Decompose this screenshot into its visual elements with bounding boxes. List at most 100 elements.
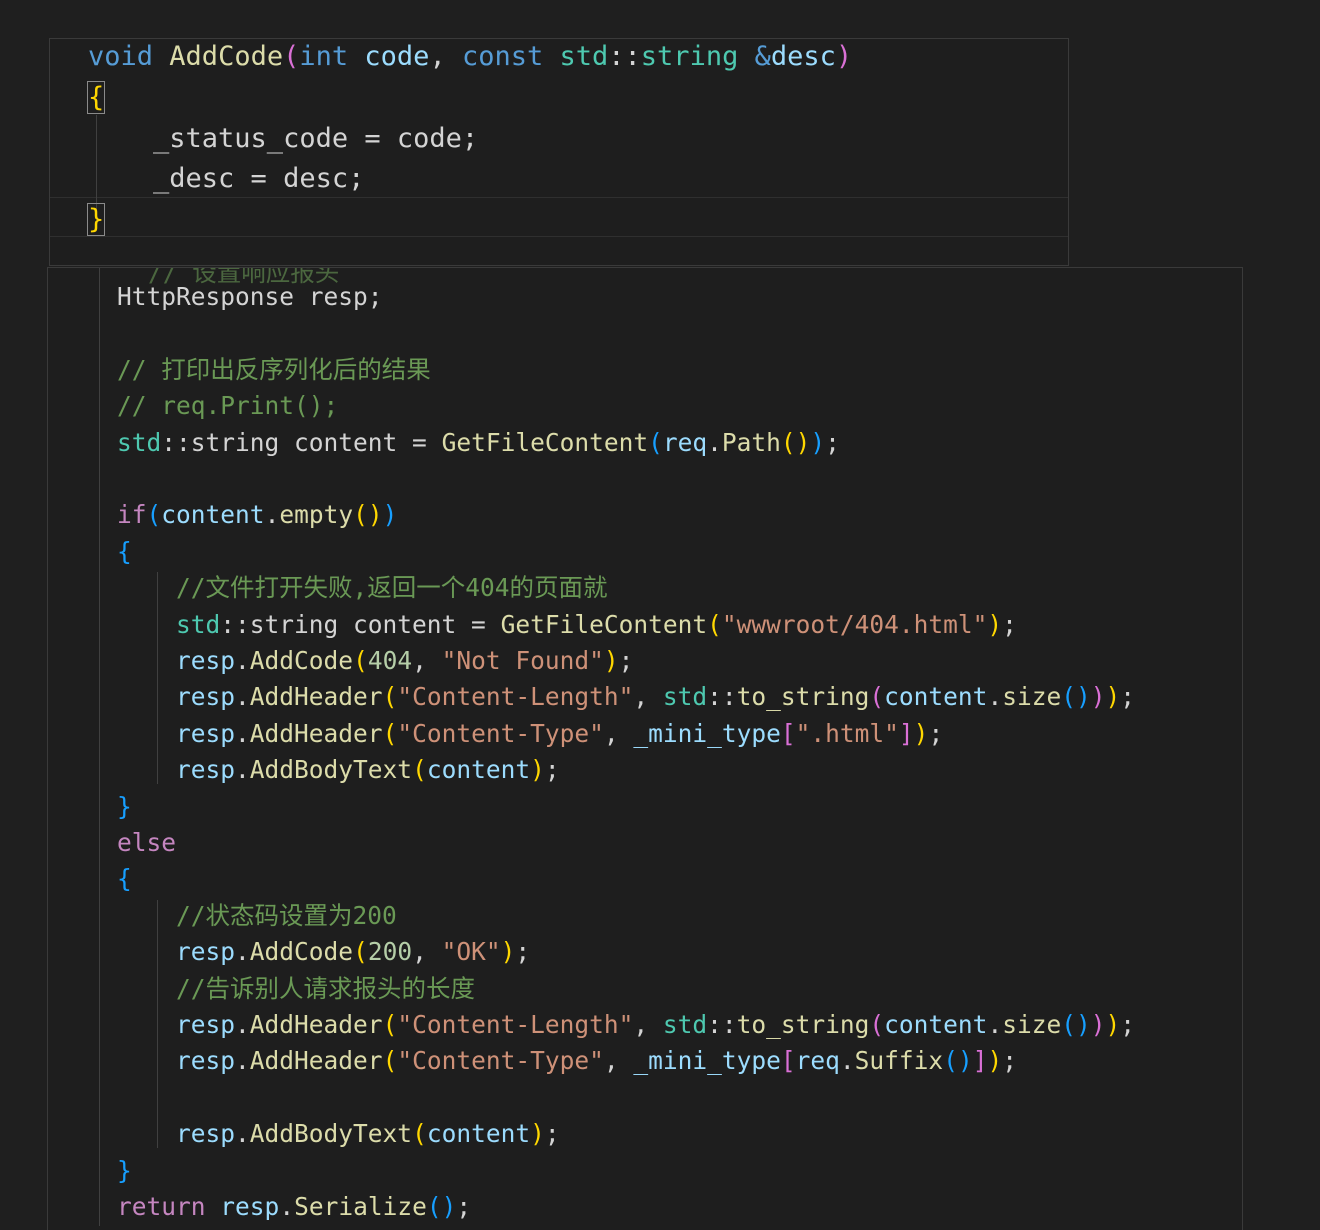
main-code-editor[interactable]: // 设置响应报头 HttpResponse resp; // 打印出反序列化后… [47,267,1243,1230]
code-token: ( [146,500,162,530]
code-token: . [235,646,250,675]
code-line[interactable]: // req.Print(); [58,393,338,419]
code-line[interactable]: resp.AddHeader("Content-Length", std::to… [58,1010,1136,1039]
code-token: to_string [736,1010,870,1039]
code-token: , [603,718,634,748]
code-token: "Content-Type" [397,718,604,748]
code-line[interactable]: // 打印出反序列化后的结果 [58,354,431,384]
code-token: //状态码设置为200 [58,900,397,930]
code-token: . [279,1192,295,1221]
code-line[interactable]: //文件打开失败,返回一个404的页面就 [58,573,608,603]
code-line[interactable]: _status_code = code; [88,125,478,152]
code-token: int [299,41,349,72]
code-token: "wwwroot/404.html" [721,609,988,639]
code-token: content [884,1010,988,1039]
code-token: . [235,1046,250,1076]
code-token: :: [608,41,641,72]
code-line[interactable]: resp.AddHeader("Content-Length", std::to… [58,685,1135,710]
code-line[interactable]: resp.AddBodyText(content); [58,1119,560,1149]
code-token: } [86,203,106,237]
code-line[interactable]: } [86,203,106,237]
code-token: "Content-Type" [397,1046,604,1076]
code-line[interactable]: } [58,1158,132,1184]
code-line[interactable]: HttpResponse resp; [58,282,383,311]
code-token: _status_code = code; [88,122,479,154]
code-token: . [235,755,250,785]
code-token: ) [1090,682,1106,712]
code-token: . [235,1010,250,1039]
code-token: :: [707,682,737,712]
code-line[interactable]: } [58,794,132,820]
code-line[interactable]: //告诉别人请求报头的长度 [58,976,475,1002]
code-line[interactable]: _desc = desc; [88,165,364,192]
code-token: [ [780,718,796,748]
code-token: , [603,1046,634,1076]
code-token: resp [220,1192,280,1221]
code-line[interactable]: resp.AddBodyText(content); [58,755,560,785]
code-token: ) [1090,1010,1106,1039]
code-token: _mini_type [633,1046,781,1076]
code-token: content [426,1119,531,1149]
code-line[interactable]: resp.AddHeader("Content-Type", _mini_typ… [58,1049,1017,1074]
code-line[interactable]: resp.AddCode(200, "OK"); [58,937,530,967]
code-token: resp [176,718,236,748]
code-token: size [1002,682,1062,712]
code-token: string content = [249,609,501,639]
top-code-editor[interactable]: void AddCode(int code, const std::string… [49,38,1069,266]
code-line[interactable]: { [86,80,106,114]
code-token: //文件打开失败,返回一个404的页面就 [58,573,608,603]
code-token: . [707,427,722,457]
code-token: // 打印出反序列化后的结果 [58,354,431,384]
code-token: HttpResponse resp; [58,282,383,311]
code-token: ; [928,718,944,748]
code-token: ; [1120,1010,1136,1039]
code-token: . [235,718,250,748]
code-token: , [633,682,663,712]
code-token: Suffix [854,1046,944,1076]
code-token: content [884,682,988,712]
code-line[interactable]: resp.AddCode(404, "Not Found"); [58,646,633,675]
code-token: { [117,864,132,894]
current-line-highlight [50,197,1068,237]
code-line[interactable]: { [58,867,132,892]
code-line[interactable]: std::string content = GetFileContent(req… [58,427,840,457]
code-line[interactable]: resp.AddHeader("Content-Type", _mini_typ… [58,718,944,748]
code-line[interactable]: if(content.empty()) [58,503,397,528]
code-line[interactable]: else [58,830,176,856]
code-token: resp [176,1119,236,1149]
code-token: ( [382,1046,398,1076]
code-token: if [117,500,147,530]
code-token: ) [500,937,516,967]
code-token: ( [353,937,368,967]
code-token: ) [1105,1010,1121,1039]
code-line[interactable]: std::string content = GetFileContent("ww… [58,609,1017,639]
code-token: ( [869,1010,885,1039]
code-token: ; [1002,609,1017,639]
code-token: resp [176,937,236,967]
code-token: AddHeader [249,1010,383,1039]
code-line[interactable]: return resp.Serialize(); [58,1192,471,1221]
code-token: ( [412,1119,427,1149]
code-token: resp [176,1046,236,1076]
code-line[interactable]: { [58,539,132,565]
code-token: std [662,682,708,712]
code-token: content [426,755,531,785]
code-token: AddCode [249,646,354,675]
code-token: ( [648,427,663,457]
code-token: ] [898,718,914,748]
code-token: ) [1105,682,1121,712]
code-token: AddHeader [249,682,383,712]
code-token: ; [544,755,560,785]
code-line[interactable]: void AddCode(int code, const std::string… [88,43,852,70]
code-line[interactable]: //状态码设置为200 [58,900,397,930]
code-token: resp [176,1010,236,1039]
code-token: ) [810,427,826,457]
